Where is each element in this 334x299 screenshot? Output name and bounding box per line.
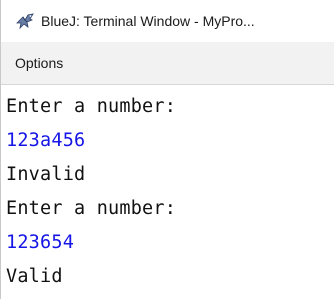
terminal-line-output: Valid: [6, 266, 63, 287]
window-title: BlueJ: Terminal Window - MyPro...: [41, 13, 255, 29]
menu-bar: Options: [1, 42, 334, 84]
title-bar[interactable]: BlueJ: Terminal Window - MyPro...: [1, 0, 334, 42]
terminal-line-output: Enter a number:: [6, 198, 177, 219]
terminal-output-area[interactable]: Enter a number: 123a456 Invalid Enter a …: [1, 84, 334, 299]
bluej-bird-icon: [15, 11, 35, 31]
terminal-line-input: 123654: [6, 232, 75, 253]
terminal-line-output: Invalid: [6, 164, 86, 185]
terminal-window: BlueJ: Terminal Window - MyPro... Option…: [0, 0, 334, 299]
terminal-line-output: Enter a number:: [6, 96, 177, 117]
menu-options[interactable]: Options: [1, 52, 77, 74]
terminal-line-input: 123a456: [6, 130, 86, 151]
